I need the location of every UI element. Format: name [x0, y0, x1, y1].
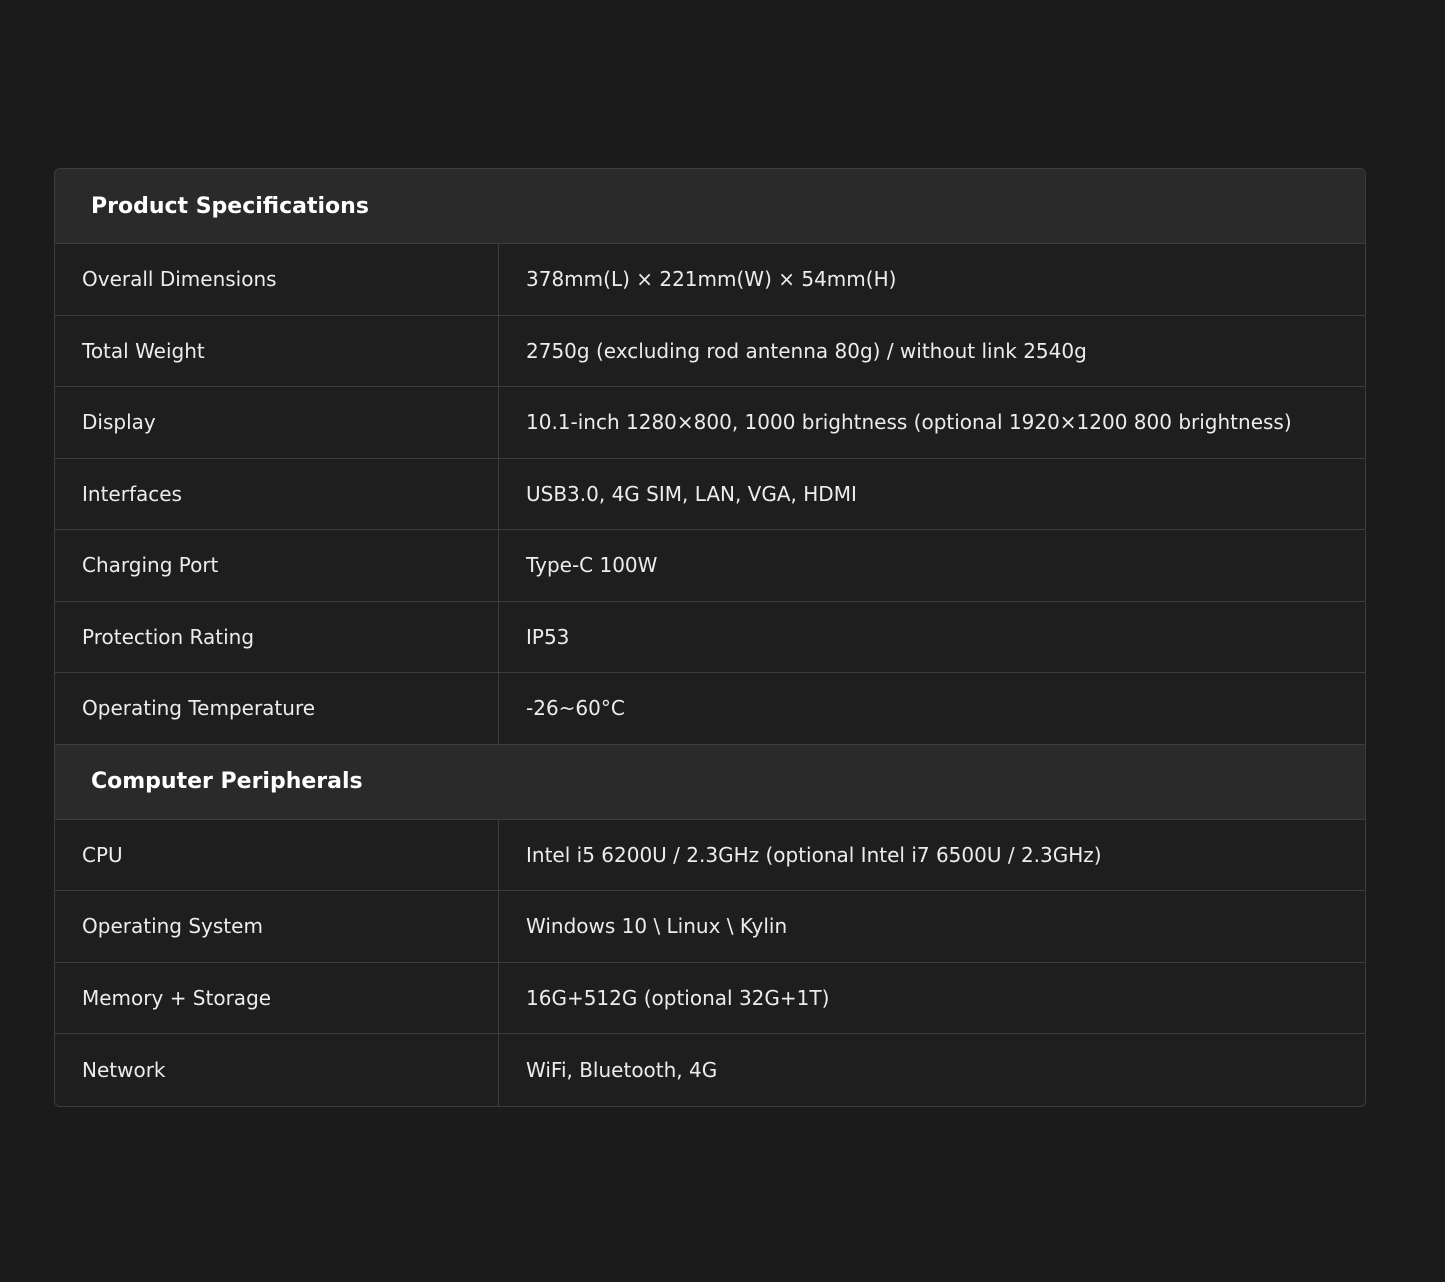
spec-value: -26~60°C: [526, 696, 625, 721]
spec-row-operating-system: Operating System Windows 10 \ Linux \ Ky…: [55, 891, 1365, 963]
spec-label: CPU: [55, 819, 499, 890]
section-header-product-specifications: Product Specifications: [55, 169, 1365, 244]
spec-row-interfaces: Interfaces USB3.0, 4G SIM, LAN, VGA, HDM…: [55, 458, 1365, 530]
spec-label: Operating Temperature: [55, 673, 499, 744]
spec-label: Memory + Storage: [55, 962, 499, 1033]
spec-row-network: Network WiFi, Bluetooth, 4G: [55, 1034, 1365, 1106]
spec-table: Product Specifications Overall Dimension…: [54, 168, 1366, 1107]
spec-value: IP53: [526, 624, 570, 649]
spec-label: Network: [55, 1034, 499, 1106]
spec-value: 378mm(L) × 221mm(W) × 54mm(H): [526, 267, 897, 292]
spec-value: Windows 10 \ Linux \ Kylin: [526, 914, 788, 939]
spec-label: Total Weight: [55, 315, 499, 386]
spec-row-protection-rating: Protection Rating IP53: [55, 601, 1365, 673]
spec-label: Overall Dimensions: [55, 244, 499, 315]
spec-row-operating-temperature: Operating Temperature -26~60°C: [55, 673, 1365, 745]
spec-label: Charging Port: [55, 530, 499, 601]
spec-value: Type-C 100W: [526, 553, 658, 578]
spec-row-cpu: CPU Intel i5 6200U / 2.3GHz (optional In…: [55, 819, 1365, 891]
spec-value: Intel i5 6200U / 2.3GHz (optional Intel …: [526, 842, 1102, 867]
spec-value: 2750g (excluding rod antenna 80g) / with…: [526, 338, 1087, 363]
spec-value: USB3.0, 4G SIM, LAN, VGA, HDMI: [526, 481, 857, 506]
spec-label: Display: [55, 387, 499, 458]
spec-label: Operating System: [55, 891, 499, 962]
spec-label: Protection Rating: [55, 601, 499, 672]
spec-row-display: Display 10.1-inch 1280×800, 1000 brightn…: [55, 387, 1365, 459]
spec-label: Interfaces: [55, 458, 499, 529]
spec-row-total-weight: Total Weight 2750g (excluding rod antenn…: [55, 315, 1365, 387]
spec-row-charging-port: Charging Port Type-C 100W: [55, 530, 1365, 602]
spec-value: 16G+512G (optional 32G+1T): [526, 985, 830, 1010]
spec-value: 10.1-inch 1280×800, 1000 brightness (opt…: [526, 410, 1292, 435]
section-header-computer-peripherals: Computer Peripherals: [55, 744, 1365, 820]
spec-value: WiFi, Bluetooth, 4G: [526, 1057, 718, 1082]
spec-row-memory-storage: Memory + Storage 16G+512G (optional 32G+…: [55, 962, 1365, 1034]
spec-row-overall-dimensions: Overall Dimensions 378mm(L) × 221mm(W) ×…: [55, 244, 1365, 316]
